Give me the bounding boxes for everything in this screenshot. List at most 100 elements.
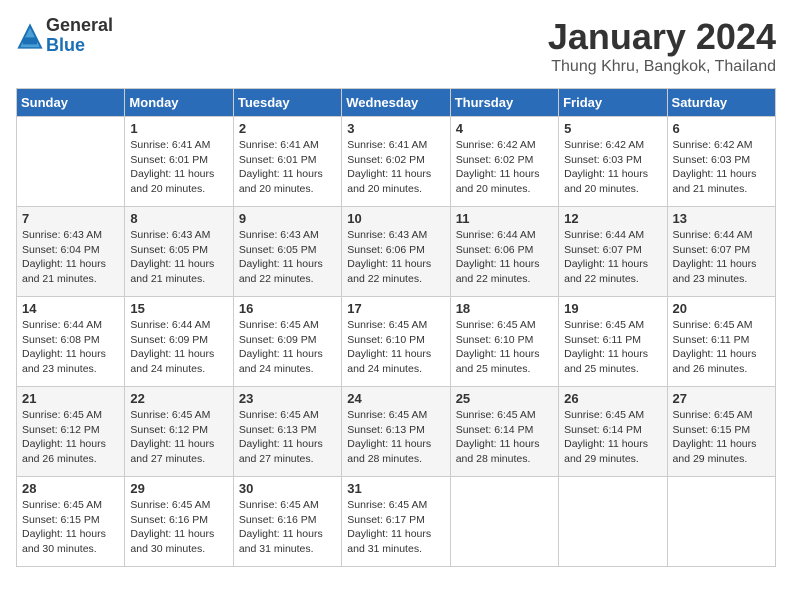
calendar-cell: 22 Sunrise: 6:45 AMSunset: 6:12 PMDayligh…	[125, 387, 233, 477]
day-number: 26	[564, 391, 661, 406]
day-info: Sunrise: 6:45 AMSunset: 6:16 PMDaylight:…	[130, 498, 227, 557]
day-number: 10	[347, 211, 444, 226]
calendar-week-row: 7 Sunrise: 6:43 AMSunset: 6:04 PMDaylight…	[17, 207, 776, 297]
calendar-week-row: 28 Sunrise: 6:45 AMSunset: 6:15 PMDayligh…	[17, 477, 776, 567]
day-info: Sunrise: 6:45 AMSunset: 6:10 PMDaylight:…	[347, 318, 444, 377]
day-number: 6	[673, 121, 770, 136]
day-number: 3	[347, 121, 444, 136]
calendar-cell: 30 Sunrise: 6:45 AMSunset: 6:16 PMDayligh…	[233, 477, 341, 567]
day-info: Sunrise: 6:45 AMSunset: 6:13 PMDaylight:…	[239, 408, 336, 467]
day-info: Sunrise: 6:44 AMSunset: 6:08 PMDaylight:…	[22, 318, 119, 377]
calendar-cell	[667, 477, 775, 567]
header-monday: Monday	[125, 89, 233, 117]
calendar-cell: 27Sunrise: 6:45 AMSunset: 6:15 PMDayligh…	[667, 387, 775, 477]
calendar-cell: 2 Sunrise: 6:41 AMSunset: 6:01 PMDaylight…	[233, 117, 341, 207]
calendar-cell: 7 Sunrise: 6:43 AMSunset: 6:04 PMDaylight…	[17, 207, 125, 297]
day-info: Sunrise: 6:45 AMSunset: 6:11 PMDaylight:…	[564, 318, 661, 377]
day-number: 31	[347, 481, 444, 496]
day-number: 20	[673, 301, 770, 316]
day-number: 19	[564, 301, 661, 316]
day-info: Sunrise: 6:41 AMSunset: 6:02 PMDaylight:…	[347, 138, 444, 197]
day-info: Sunrise: 6:45 AMSunset: 6:14 PMDaylight:…	[564, 408, 661, 467]
header-wednesday: Wednesday	[342, 89, 450, 117]
calendar-cell: 11Sunrise: 6:44 AMSunset: 6:06 PMDayligh…	[450, 207, 558, 297]
calendar-cell: 5Sunrise: 6:42 AMSunset: 6:03 PMDaylight…	[559, 117, 667, 207]
calendar-cell: 6 Sunrise: 6:42 AMSunset: 6:03 PMDaylight…	[667, 117, 775, 207]
logo-blue: Blue	[46, 36, 113, 56]
day-number: 17	[347, 301, 444, 316]
day-number: 4	[456, 121, 553, 136]
calendar-cell: 21 Sunrise: 6:45 AMSunset: 6:12 PMDayligh…	[17, 387, 125, 477]
calendar-week-row: 1 Sunrise: 6:41 AMSunset: 6:01 PMDaylight…	[17, 117, 776, 207]
day-info: Sunrise: 6:45 AMSunset: 6:10 PMDaylight:…	[456, 318, 553, 377]
calendar-cell: 17 Sunrise: 6:45 AMSunset: 6:10 PMDayligh…	[342, 297, 450, 387]
day-number: 23	[239, 391, 336, 406]
calendar-cell: 1 Sunrise: 6:41 AMSunset: 6:01 PMDaylight…	[125, 117, 233, 207]
day-info: Sunrise: 6:45 AMSunset: 6:15 PMDaylight:…	[22, 498, 119, 557]
calendar-cell: 25 Sunrise: 6:45 AMSunset: 6:14 PMDayligh…	[450, 387, 558, 477]
day-info: Sunrise: 6:44 AMSunset: 6:06 PMDaylight:…	[456, 228, 553, 287]
calendar-cell: 20 Sunrise: 6:45 AMSunset: 6:11 PMDayligh…	[667, 297, 775, 387]
day-number: 1	[130, 121, 227, 136]
location-title: Thung Khru, Bangkok, Thailand	[548, 58, 776, 76]
day-number: 28	[22, 481, 119, 496]
calendar-cell: 29 Sunrise: 6:45 AMSunset: 6:16 PMDayligh…	[125, 477, 233, 567]
day-info: Sunrise: 6:43 AMSunset: 6:04 PMDaylight:…	[22, 228, 119, 287]
day-number: 13	[673, 211, 770, 226]
day-number: 27	[673, 391, 770, 406]
calendar-cell: 13 Sunrise: 6:44 AMSunset: 6:07 PMDayligh…	[667, 207, 775, 297]
day-info: Sunrise: 6:45 AMSunset: 6:12 PMDaylight:…	[130, 408, 227, 467]
day-info: Sunrise: 6:41 AMSunset: 6:01 PMDaylight:…	[239, 138, 336, 197]
day-number: 2	[239, 121, 336, 136]
day-info: Sunrise: 6:45 AMSunset: 6:17 PMDaylight:…	[347, 498, 444, 557]
day-number: 30	[239, 481, 336, 496]
calendar-week-row: 21 Sunrise: 6:45 AMSunset: 6:12 PMDayligh…	[17, 387, 776, 477]
day-info: Sunrise: 6:45 AMSunset: 6:16 PMDaylight:…	[239, 498, 336, 557]
day-info: Sunrise: 6:45 AMSunset: 6:09 PMDaylight:…	[239, 318, 336, 377]
calendar-cell: 10 Sunrise: 6:43 AMSunset: 6:06 PMDayligh…	[342, 207, 450, 297]
day-info: Sunrise: 6:44 AMSunset: 6:07 PMDaylight:…	[673, 228, 770, 287]
calendar-cell: 16Sunrise: 6:45 AMSunset: 6:09 PMDayligh…	[233, 297, 341, 387]
day-info: Sunrise: 6:45 AMSunset: 6:11 PMDaylight:…	[673, 318, 770, 377]
day-info: Sunrise: 6:45 AMSunset: 6:12 PMDaylight:…	[22, 408, 119, 467]
day-number: 5	[564, 121, 661, 136]
day-info: Sunrise: 6:45 AMSunset: 6:13 PMDaylight:…	[347, 408, 444, 467]
header-friday: Friday	[559, 89, 667, 117]
calendar-cell	[559, 477, 667, 567]
day-number: 12	[564, 211, 661, 226]
day-number: 22	[130, 391, 227, 406]
day-number: 24	[347, 391, 444, 406]
day-number: 18	[456, 301, 553, 316]
month-title: January 2024	[548, 16, 776, 58]
logo-text: General Blue	[46, 16, 113, 56]
calendar-cell: 19 Sunrise: 6:45 AMSunset: 6:11 PMDayligh…	[559, 297, 667, 387]
calendar-cell: 8Sunrise: 6:43 AMSunset: 6:05 PMDaylight…	[125, 207, 233, 297]
calendar-cell: 12 Sunrise: 6:44 AMSunset: 6:07 PMDayligh…	[559, 207, 667, 297]
day-info: Sunrise: 6:42 AMSunset: 6:03 PMDaylight:…	[673, 138, 770, 197]
day-number: 9	[239, 211, 336, 226]
day-info: Sunrise: 6:45 AMSunset: 6:14 PMDaylight:…	[456, 408, 553, 467]
day-info: Sunrise: 6:44 AMSunset: 6:09 PMDaylight:…	[130, 318, 227, 377]
day-number: 7	[22, 211, 119, 226]
day-number: 21	[22, 391, 119, 406]
calendar-week-row: 14 Sunrise: 6:44 AMSunset: 6:08 PMDayligh…	[17, 297, 776, 387]
calendar-cell: 31 Sunrise: 6:45 AMSunset: 6:17 PMDayligh…	[342, 477, 450, 567]
day-number: 14	[22, 301, 119, 316]
header-sunday: Sunday	[17, 89, 125, 117]
day-info: Sunrise: 6:43 AMSunset: 6:06 PMDaylight:…	[347, 228, 444, 287]
day-info: Sunrise: 6:41 AMSunset: 6:01 PMDaylight:…	[130, 138, 227, 197]
calendar-cell: 3 Sunrise: 6:41 AMSunset: 6:02 PMDaylight…	[342, 117, 450, 207]
day-info: Sunrise: 6:43 AMSunset: 6:05 PMDaylight:…	[239, 228, 336, 287]
day-info: Sunrise: 6:44 AMSunset: 6:07 PMDaylight:…	[564, 228, 661, 287]
day-number: 15	[130, 301, 227, 316]
calendar-cell	[450, 477, 558, 567]
logo: General Blue	[16, 16, 113, 56]
calendar-cell: 14 Sunrise: 6:44 AMSunset: 6:08 PMDayligh…	[17, 297, 125, 387]
calendar-cell: 28 Sunrise: 6:45 AMSunset: 6:15 PMDayligh…	[17, 477, 125, 567]
calendar-cell	[17, 117, 125, 207]
day-number: 29	[130, 481, 227, 496]
calendar-cell: 26 Sunrise: 6:45 AMSunset: 6:14 PMDayligh…	[559, 387, 667, 477]
day-number: 8	[130, 211, 227, 226]
calendar-cell: 4Sunrise: 6:42 AMSunset: 6:02 PMDaylight…	[450, 117, 558, 207]
day-number: 25	[456, 391, 553, 406]
